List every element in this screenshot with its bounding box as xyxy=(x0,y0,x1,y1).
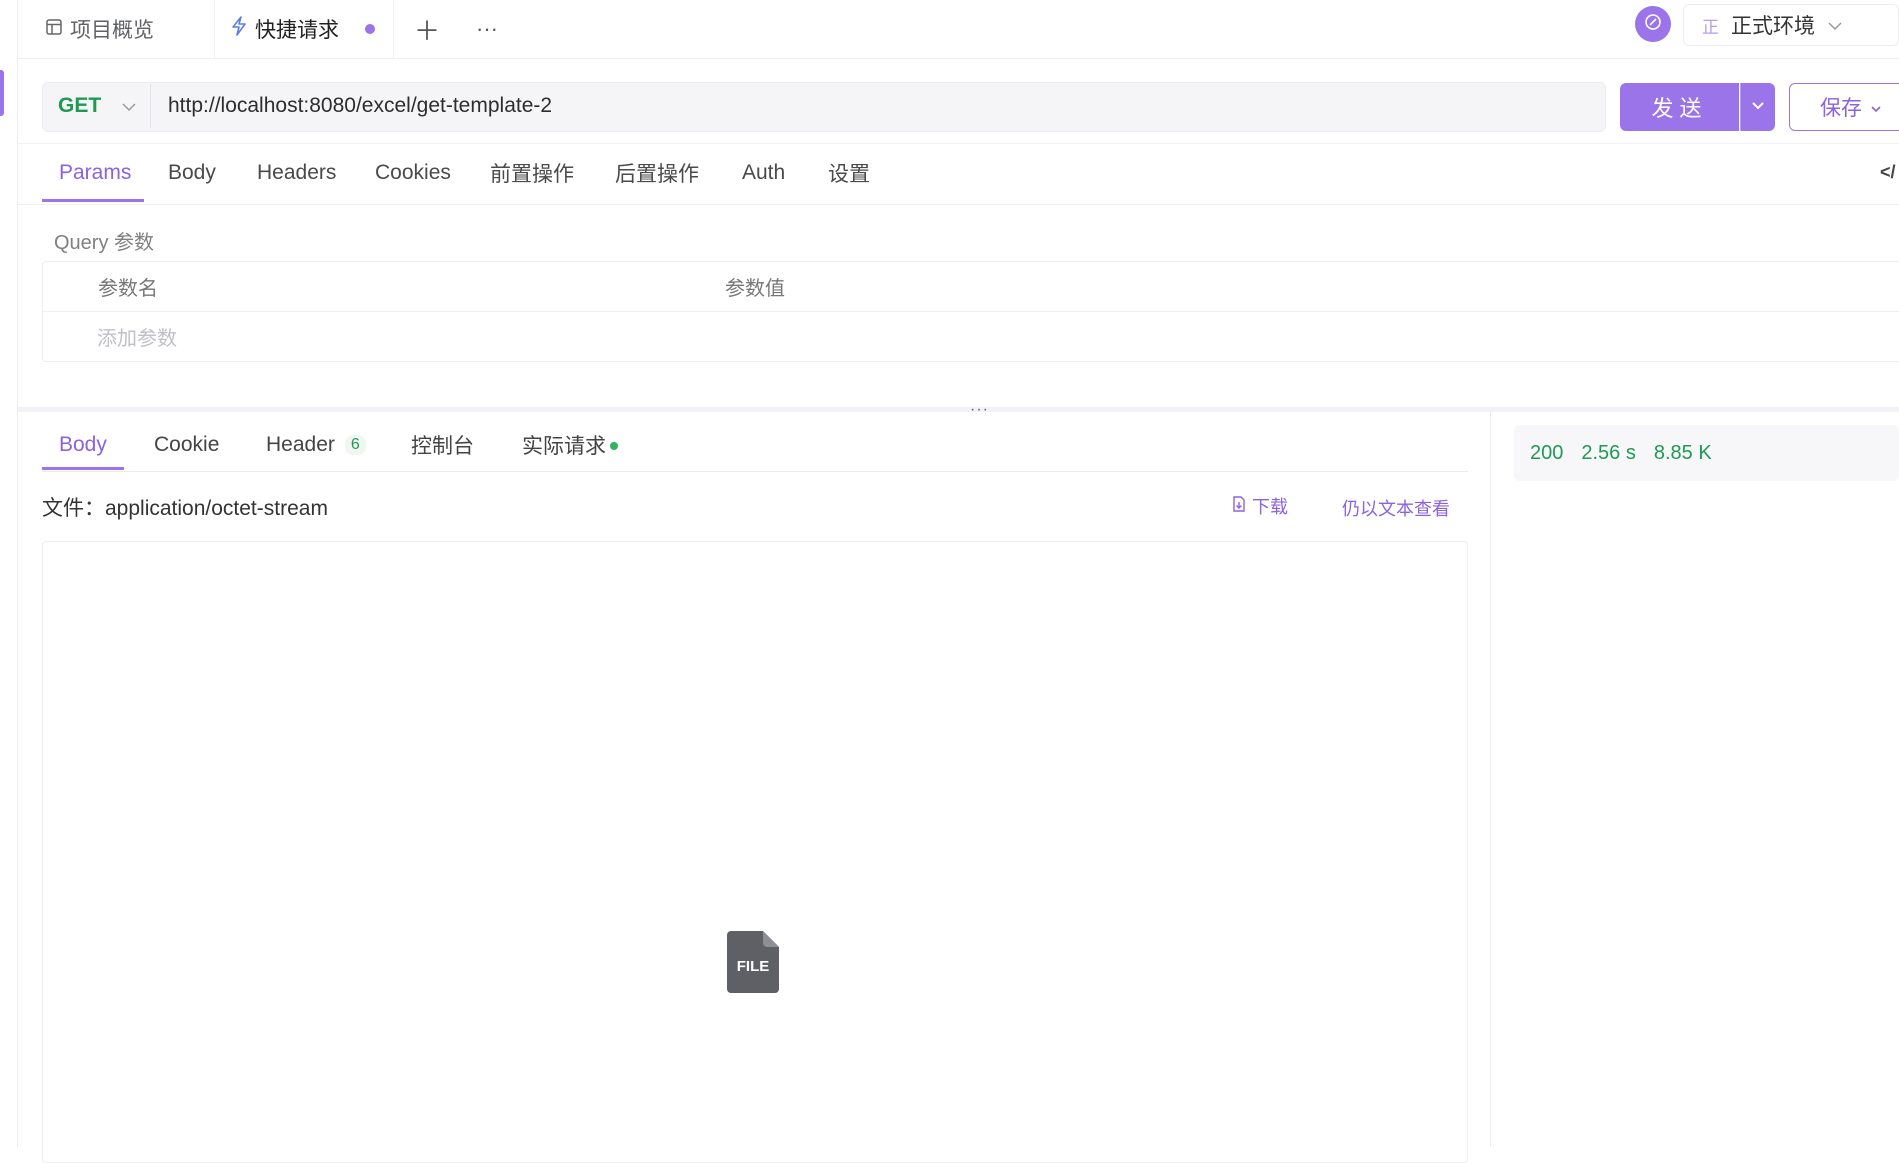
response-tab-console[interactable]: 控制台 xyxy=(411,418,474,472)
table-divider xyxy=(43,311,1899,312)
add-param-input[interactable]: 添加参数 xyxy=(97,312,177,360)
layout-icon xyxy=(46,17,62,41)
tab-label: 项目概览 xyxy=(70,19,154,42)
sync-button[interactable] xyxy=(1635,6,1671,42)
panel-splitter[interactable] xyxy=(18,407,1899,412)
download-link[interactable]: 下载 xyxy=(1232,492,1288,520)
response-tab-cookie[interactable]: Cookie xyxy=(154,418,219,472)
view-as-text-link[interactable]: 仍以文本查看 xyxy=(1342,494,1450,522)
file-icon: FILE xyxy=(727,931,779,998)
panel-divider xyxy=(1490,412,1491,1147)
active-nav-marker xyxy=(0,70,4,116)
response-body-panel xyxy=(42,541,1468,1163)
tab-params[interactable]: Params xyxy=(59,143,131,203)
environment-select[interactable]: 正 正式环境 xyxy=(1683,4,1899,46)
tab-label: 实际请求 xyxy=(522,435,606,458)
chevron-down-icon xyxy=(1827,13,1843,37)
status-dot xyxy=(610,442,618,450)
compass-icon xyxy=(1643,12,1663,37)
chevron-down-icon xyxy=(1751,98,1765,116)
active-tab-indicator xyxy=(42,199,144,202)
method-select[interactable]: GET xyxy=(58,82,137,130)
content-type-label: 文件：application/octet-stream xyxy=(42,497,328,520)
tab-label: Header xyxy=(266,433,335,456)
send-options-button[interactable] xyxy=(1740,83,1775,131)
lightning-icon xyxy=(231,16,247,42)
drag-handle-icon[interactable]: ··· xyxy=(970,401,989,419)
divider xyxy=(150,84,151,128)
tab-post-operations[interactable]: 后置操作 xyxy=(615,143,699,203)
tab-headers[interactable]: Headers xyxy=(257,143,336,203)
save-button[interactable]: 保存 xyxy=(1789,83,1899,131)
save-label: 保存 xyxy=(1820,97,1862,120)
url-input[interactable]: http://localhost:8080/excel/get-template… xyxy=(168,82,552,130)
code-icon[interactable]: </ xyxy=(1880,162,1896,183)
unsaved-dot xyxy=(365,24,375,34)
response-time: 2.56 s xyxy=(1581,441,1636,464)
tab-pre-operations[interactable]: 前置操作 xyxy=(490,143,574,203)
chevron-down-icon xyxy=(121,94,137,118)
left-rail xyxy=(0,0,18,1147)
active-tab-indicator xyxy=(42,467,124,470)
response-tab-header[interactable]: Header 6 xyxy=(266,418,366,472)
plus-icon: ＋ xyxy=(413,15,440,46)
response-tab-body[interactable]: Body xyxy=(59,418,107,472)
tab-cookies[interactable]: Cookies xyxy=(375,143,451,203)
method-label: GET xyxy=(58,94,102,117)
file-icon-label: FILE xyxy=(737,958,770,975)
chevron-down-icon xyxy=(1870,95,1882,119)
response-status: 200 2.56 s 8.85 K xyxy=(1514,425,1899,481)
env-name: 正式环境 xyxy=(1731,15,1815,38)
query-params-label: Query 参数 xyxy=(54,232,155,254)
tab-body[interactable]: Body xyxy=(168,143,216,203)
col-param-value: 参数值 xyxy=(725,277,785,300)
status-code: 200 xyxy=(1530,441,1564,464)
tab-project-overview[interactable]: 项目概览 xyxy=(46,0,154,58)
send-button[interactable]: 发送 xyxy=(1620,83,1739,131)
tab-label: 快捷请求 xyxy=(255,19,339,42)
tab-settings[interactable]: 设置 xyxy=(828,143,870,203)
response-tab-actual-request[interactable]: 实际请求 xyxy=(522,418,618,472)
download-label: 下载 xyxy=(1252,497,1288,517)
env-badge: 正 xyxy=(1702,17,1719,37)
add-tab-button[interactable]: ＋ xyxy=(410,12,444,46)
count-badge: 6 xyxy=(344,435,366,455)
tab-auth[interactable]: Auth xyxy=(742,143,785,203)
file-download-icon xyxy=(1232,495,1246,517)
more-tabs-button[interactable]: ··· xyxy=(470,12,504,46)
more-icon: ··· xyxy=(476,16,498,41)
response-tabs xyxy=(42,471,1468,472)
response-size: 8.85 K xyxy=(1653,441,1712,464)
tab-quick-request[interactable]: 快捷请求 xyxy=(214,0,394,58)
col-param-name: 参数名 xyxy=(98,277,158,300)
